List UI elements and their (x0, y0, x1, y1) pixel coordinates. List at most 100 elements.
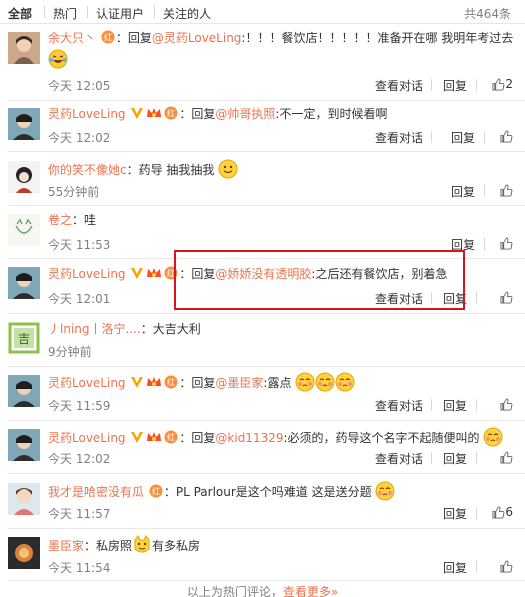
shy-emoji-icon (295, 372, 315, 392)
avatar[interactable] (8, 108, 40, 140)
like-button[interactable] (500, 559, 513, 573)
action-divider (431, 79, 432, 91)
thumbs-up-icon (500, 291, 513, 304)
tab-divider (44, 6, 45, 18)
action-divider (484, 238, 485, 250)
like-button[interactable] (500, 183, 513, 197)
action-divider (431, 452, 432, 464)
comment-username[interactable]: 灵药LoveLing (48, 107, 126, 121)
comment-filter-tabs: 全部 热门 认证用户 关注的人 共464条 (0, 0, 525, 24)
comment-text: ：PL Parlour是这个吗难道 这是送分题 (163, 485, 372, 499)
smile-emoji-icon (218, 159, 238, 179)
tab-following[interactable]: 关注的人 (163, 5, 211, 22)
svg-text:红: 红 (104, 32, 112, 42)
like-button[interactable]: 6 (492, 505, 513, 519)
reply-link[interactable]: 回复 (443, 397, 467, 414)
comment-time: 今天 11:53 (48, 238, 111, 252)
comment-username[interactable]: 墨臣家 (48, 539, 84, 553)
view-conversation-link[interactable]: 查看对话 (375, 450, 423, 467)
highlight-annotation-box (174, 250, 465, 310)
like-button[interactable] (500, 290, 513, 304)
shy-emoji-icon (483, 427, 503, 447)
avatar[interactable] (8, 537, 40, 569)
avatar[interactable] (8, 429, 40, 461)
action-divider (476, 507, 477, 519)
view-conversation-link[interactable]: 查看对话 (375, 77, 423, 94)
like-button[interactable] (500, 129, 513, 143)
comment-divider (8, 580, 525, 581)
action-divider (484, 131, 485, 143)
comment-username[interactable]: 你的笑不像她c (48, 163, 127, 177)
tab-all[interactable]: 全部 (8, 5, 32, 22)
thumbs-up-icon (492, 78, 505, 91)
shy-emoji-icon (315, 372, 335, 392)
thumbs-up-icon (500, 184, 513, 197)
like-button[interactable]: 2 (492, 77, 513, 91)
comment-username[interactable]: 卷之 (48, 213, 72, 227)
like-button[interactable] (500, 236, 513, 250)
view-conversation-link[interactable]: 查看对话 (375, 129, 423, 146)
comment-divider (8, 528, 525, 529)
like-button[interactable] (500, 397, 513, 411)
thumbs-up-icon (500, 451, 513, 464)
comment-username[interactable]: 灵药LoveLing (48, 376, 126, 390)
cat-emoji-icon (132, 535, 152, 555)
action-divider (431, 399, 432, 411)
svg-text:红: 红 (167, 108, 175, 118)
reply-link[interactable]: 回复 (443, 77, 467, 94)
comment-divider (8, 100, 525, 101)
comment-time: 今天 12:02 (48, 452, 111, 466)
shy-emoji-icon (335, 372, 355, 392)
member-badge-icon: 红 (164, 430, 178, 450)
reply-link[interactable]: 回复 (443, 450, 467, 467)
reply-link[interactable]: 回复 (451, 183, 475, 200)
thumbs-up-icon (500, 237, 513, 250)
comment-text: ：大吉大利 (140, 322, 201, 336)
avatar[interactable] (8, 483, 40, 515)
laugh-cry-emoji-icon (48, 49, 68, 69)
comment-username[interactable]: 余大只丶 (48, 31, 96, 45)
view-conversation-link[interactable]: 查看对话 (375, 397, 423, 414)
comment-text: :必须的，药导这个名字不起随便叫的 (283, 431, 480, 445)
mention-link[interactable]: @kid11329 (215, 431, 283, 445)
comment-text: ：哇 (72, 213, 97, 227)
action-divider (476, 452, 477, 464)
reply-link[interactable]: 回复 (443, 505, 467, 522)
thumbs-up-icon (500, 560, 513, 573)
reply-link[interactable]: 回复 (443, 559, 467, 576)
action-divider (476, 79, 477, 91)
avatar[interactable] (8, 375, 40, 407)
avatar[interactable] (8, 214, 40, 246)
reply-link[interactable]: 回复 (451, 129, 475, 146)
action-divider (484, 185, 485, 197)
avatar[interactable] (8, 161, 40, 193)
avatar[interactable] (8, 32, 40, 64)
like-count: 2 (505, 77, 513, 91)
like-button[interactable] (500, 450, 513, 464)
comment-username[interactable]: 灵药LoveLing (48, 431, 126, 445)
tab-verified-users[interactable]: 认证用户 (96, 5, 144, 22)
verified-v-icon (130, 106, 144, 126)
comment-username[interactable]: 我才是哈密没有瓜 (48, 485, 144, 499)
avatar[interactable]: 吉 (8, 322, 40, 354)
comment-time: 今天 12:01 (48, 292, 111, 306)
avatar[interactable] (8, 267, 40, 299)
comment-divider (8, 313, 525, 314)
tab-hot[interactable]: 热门 (53, 5, 77, 22)
verified-v-icon (130, 430, 144, 450)
comment-time: 今天 12:02 (48, 131, 111, 145)
svg-text:吉: 吉 (18, 332, 30, 346)
comment-count: 共464条 (464, 7, 511, 21)
mention-link[interactable]: @墨臣家 (215, 376, 263, 390)
member-badge-icon: 红 (149, 484, 163, 504)
vip-crown-icon (146, 106, 162, 126)
verified-v-icon (130, 375, 144, 395)
comment-username[interactable]: 丿lning丨洛宁.... (48, 322, 141, 336)
comment-username[interactable]: 灵药LoveLing (48, 267, 126, 281)
like-count: 6 (505, 505, 513, 519)
mention-link[interactable]: @灵药LoveLing (152, 31, 242, 45)
comment-divider (8, 151, 525, 152)
view-more-link[interactable]: 查看更多» (283, 585, 338, 597)
comment-time: 55分钟前 (48, 185, 100, 199)
mention-link[interactable]: @帅哥执照 (215, 107, 275, 121)
